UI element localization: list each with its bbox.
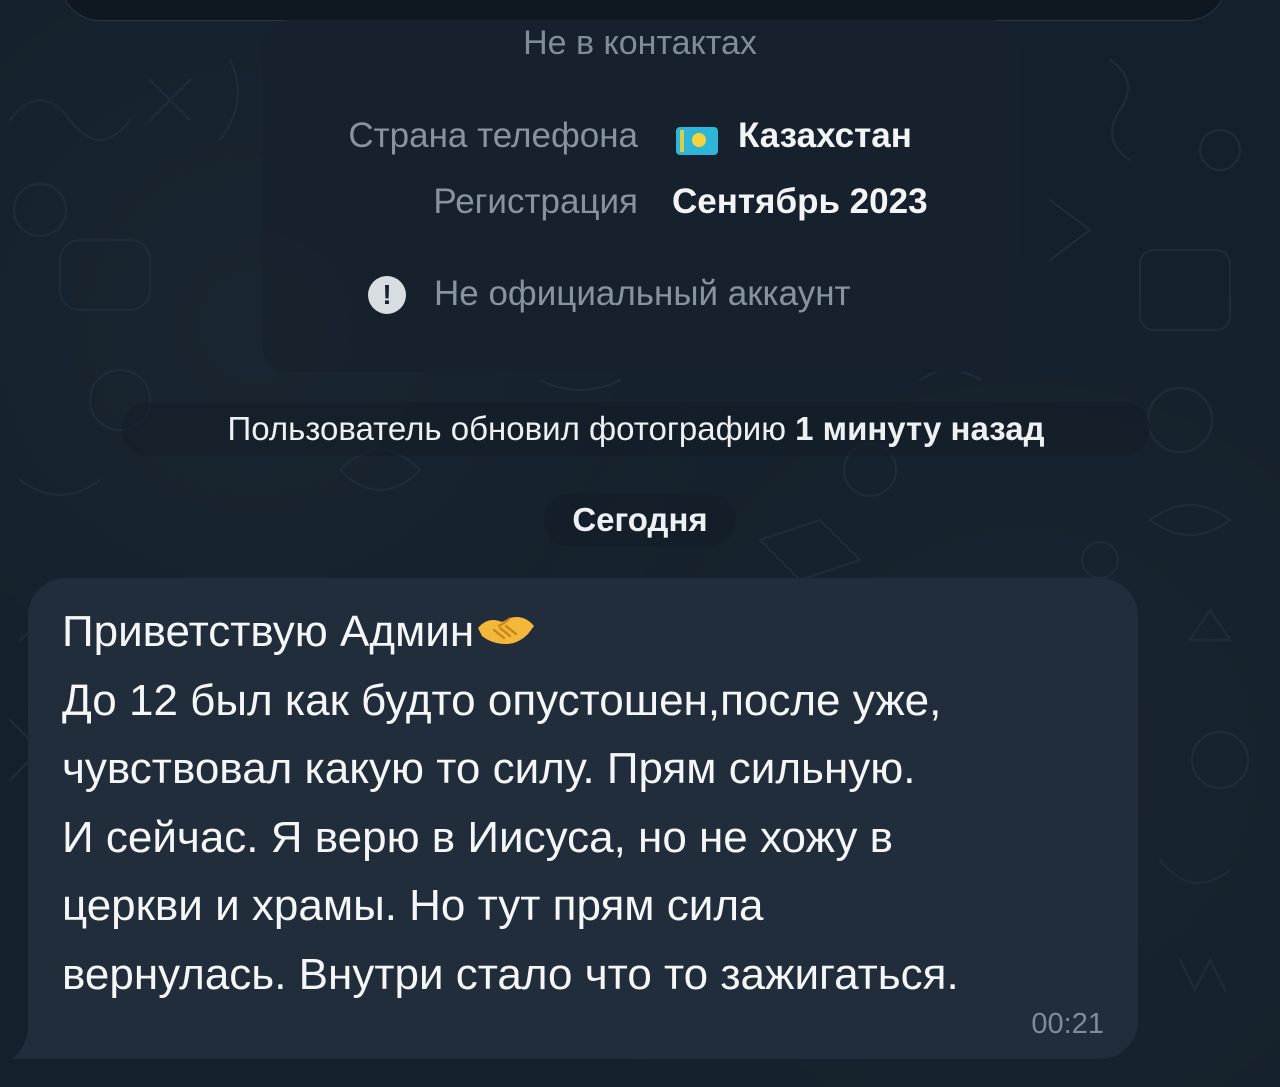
service-message-text: Пользователь обновил фотографию bbox=[227, 410, 786, 447]
registration-label: Регистрация bbox=[433, 182, 638, 221]
service-message: Пользователь обновил фотографию 1 минуту… bbox=[122, 402, 1150, 456]
service-message-time: 1 минуту назад bbox=[795, 410, 1045, 447]
kazakhstan-flag-icon bbox=[676, 127, 718, 155]
exclamation-icon: ! bbox=[368, 276, 406, 314]
message-line: И сейчас. Я верю в Иисуса, но не хожу в bbox=[62, 812, 894, 862]
phone-country-label: Страна телефона bbox=[348, 116, 638, 155]
message-timestamp: 00:21 bbox=[1031, 1008, 1104, 1040]
message-line: До 12 был как будто опустошен,после уже, bbox=[62, 675, 942, 725]
contact-status: Не в контактах bbox=[523, 24, 757, 62]
incoming-message-bubble[interactable]: Приветствую Админ До 12 был как будто оп… bbox=[28, 578, 1138, 1059]
message-text: Приветствую Админ До 12 был как будто оп… bbox=[62, 598, 1122, 1009]
phone-country-row: Страна телефона Казахстан bbox=[0, 114, 1280, 158]
header-panel-edge bbox=[60, 0, 1227, 21]
message-line: вернулась. Внутри стало что то зажигатьс… bbox=[62, 949, 959, 999]
message-line: Приветствую Админ bbox=[62, 598, 1122, 667]
phone-country-value: Казахстан bbox=[738, 116, 912, 155]
message-line: церкви и храмы. Но тут прям сила bbox=[62, 881, 764, 930]
message-line: чувствовал какую то силу. Прям сильную. bbox=[62, 744, 916, 793]
registration-row: Регистрация Сентябрь 2023 bbox=[0, 180, 1280, 224]
registration-value: Сентябрь 2023 bbox=[672, 182, 928, 221]
chat-screen: Не в контактах Страна телефона Казахстан… bbox=[0, 0, 1280, 1087]
official-account-text: Не официальный аккаунт bbox=[434, 274, 851, 313]
handshake-emoji-icon bbox=[478, 617, 535, 644]
date-separator[interactable]: Сегодня bbox=[544, 494, 736, 546]
